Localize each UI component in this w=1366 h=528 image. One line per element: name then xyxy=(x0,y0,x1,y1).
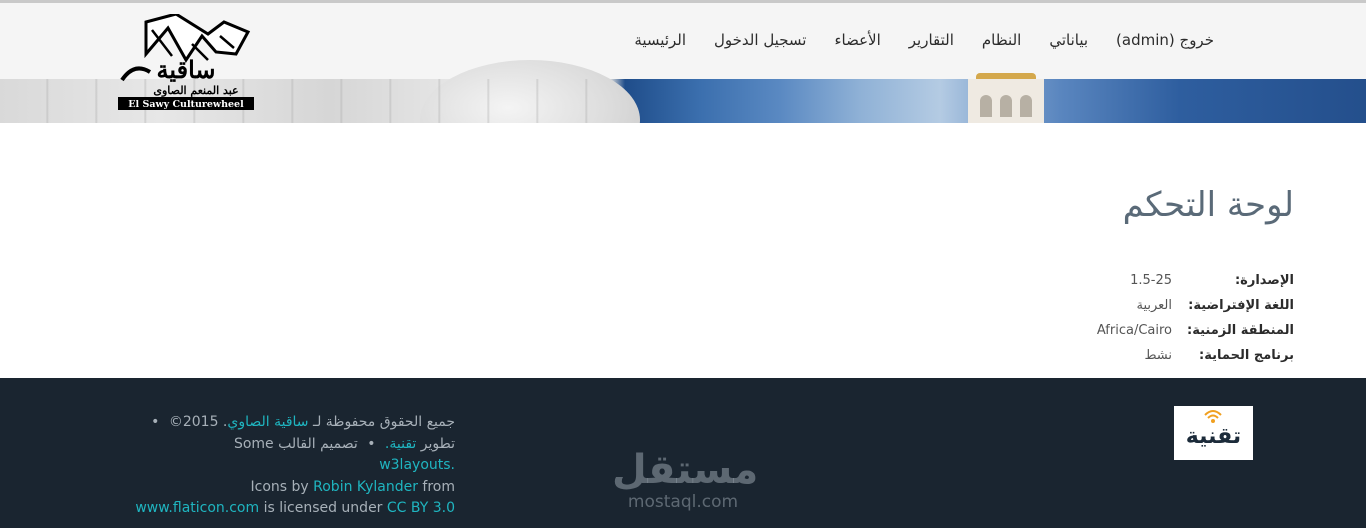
w3layouts-link[interactable]: w3layouts. xyxy=(379,457,455,473)
version-label: الإصدارة: xyxy=(1234,273,1294,288)
tech-badge[interactable]: تقنية xyxy=(1174,406,1253,460)
wifi-icon xyxy=(1204,410,1222,423)
arches-pattern xyxy=(0,79,620,123)
info-row-timezone: المنطقة الزمنية: Africa/Cairo xyxy=(1097,318,1294,343)
language-label: اللغة الإفتراضية: xyxy=(1188,298,1294,313)
nav-system[interactable]: النظام xyxy=(982,31,1021,49)
rights-year: ©2015 . xyxy=(168,414,228,430)
timezone-value: Africa/Cairo xyxy=(1096,323,1172,338)
page-title: لوحة التحكم xyxy=(1122,185,1294,225)
protection-label: برنامج الحماية: xyxy=(1199,348,1294,363)
minaret-window xyxy=(1000,95,1012,117)
nav-login[interactable]: تسجيل الدخول xyxy=(714,31,806,49)
nav-reports[interactable]: التقارير xyxy=(909,31,954,49)
from-text: from xyxy=(422,478,455,495)
minaret-window xyxy=(1020,95,1032,117)
minaret-window xyxy=(980,95,992,117)
bullet-separator: • xyxy=(367,435,376,452)
rights-link[interactable]: ساقية الصاوي xyxy=(227,414,308,430)
language-value: العربية xyxy=(1136,298,1172,313)
icons-by-text: Icons by xyxy=(250,478,309,495)
protection-value: نشط xyxy=(1144,348,1172,363)
w3layouts-line: w3layouts. xyxy=(379,457,455,473)
developer-text: تطوير xyxy=(420,435,455,452)
licensed-text: is licensed under xyxy=(263,500,383,516)
version-value: 1.5-25 xyxy=(1130,273,1172,288)
author-link[interactable]: Robin Kylander xyxy=(313,479,418,495)
watermark-latin: mostaql.com xyxy=(627,492,739,512)
nav-members[interactable]: الأعضاء xyxy=(834,31,880,49)
nav-logout[interactable]: خروج (admin) xyxy=(1116,31,1214,49)
icons-some-text: Some xyxy=(233,435,274,452)
logo-arabic-subtitle: عبد المنعم الصاوى xyxy=(153,84,238,97)
info-row-version: الإصدارة: 1.5-25 xyxy=(1097,268,1294,293)
license-line: www.flaticon.com is licensed under CC BY… xyxy=(135,500,455,516)
logo-arabic-text: ساقية xyxy=(156,55,215,84)
watermark-arabic: مستقل xyxy=(612,447,759,493)
top-border xyxy=(0,0,1366,3)
bullet-separator: • xyxy=(151,414,160,430)
mostaql-watermark: مستقل mostaql.com xyxy=(612,447,759,512)
template-design-text: تصميم القالب xyxy=(278,435,358,452)
logo-english-text: El Sawy Culturewheel xyxy=(128,99,244,110)
footer-credits: جميع الحقوق محفوظة لـ ساقية الصاوي©2015 … xyxy=(125,412,455,520)
info-row-language: اللغة الإفتراضية: العربية xyxy=(1097,293,1294,318)
system-info: الإصدارة: 1.5-25 اللغة الإفتراضية: العرب… xyxy=(1097,268,1294,368)
developer-link[interactable]: تقنية. xyxy=(385,436,416,452)
icons-credit-line: Icons by Robin Kylander from xyxy=(251,479,456,495)
site-logo[interactable]: ساقية عبد المنعم الصاوى El Sawy Culturew… xyxy=(116,14,256,114)
badge-word: تقنية xyxy=(1185,424,1242,449)
nav-home[interactable]: الرئيسية xyxy=(634,31,686,49)
rights-text: جميع الحقوق محفوظة لـ xyxy=(312,414,455,430)
site-header: الرئيسية تسجيل الدخول الأعضاء التقارير ا… xyxy=(0,0,1366,123)
nav-my-data[interactable]: بياناتي xyxy=(1049,31,1088,49)
main-nav: الرئيسية تسجيل الدخول الأعضاء التقارير ا… xyxy=(634,31,1214,49)
flaticon-link[interactable]: www.flaticon.com xyxy=(135,500,259,516)
info-row-protection: برنامج الحماية: نشط xyxy=(1097,343,1294,368)
license-link[interactable]: CC BY 3.0 xyxy=(387,500,455,516)
timezone-label: المنطقة الزمنية: xyxy=(1187,323,1294,338)
